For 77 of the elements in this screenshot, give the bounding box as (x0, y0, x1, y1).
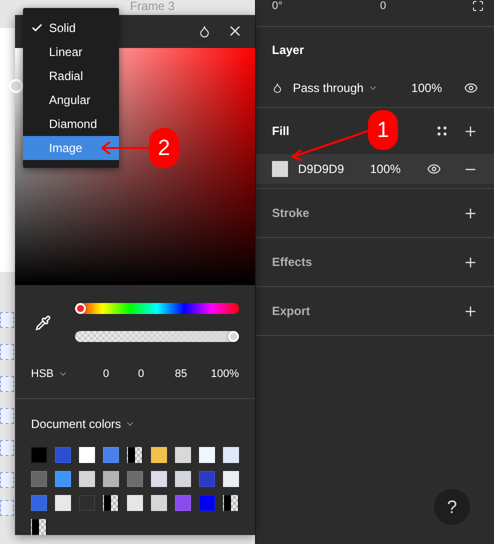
canvas-element (0, 472, 14, 488)
styles-icon[interactable] (437, 126, 447, 136)
rotation-value[interactable]: 0° (272, 0, 332, 12)
droplet-icon[interactable] (198, 24, 211, 38)
color-swatch[interactable] (199, 470, 215, 487)
color-swatch[interactable] (223, 446, 239, 463)
radius-value[interactable]: 0 (380, 0, 440, 12)
color-swatch[interactable] (79, 446, 95, 463)
color-swatch[interactable] (151, 494, 167, 511)
annotation-arrow (101, 141, 150, 155)
menu-item[interactable]: Linear (23, 40, 119, 64)
color-swatch[interactable] (223, 470, 239, 487)
color-swatch[interactable] (103, 494, 119, 511)
color-swatch[interactable] (175, 446, 191, 463)
color-swatch[interactable] (103, 470, 119, 487)
color-swatch[interactable] (55, 446, 71, 463)
color-swatch[interactable] (127, 494, 143, 511)
canvas-element (0, 344, 14, 360)
eye-icon[interactable] (427, 162, 441, 176)
color-swatch[interactable] (31, 494, 47, 511)
section-title: Effects (272, 255, 312, 269)
canvas-element (0, 500, 14, 516)
eyedropper-icon[interactable] (35, 314, 51, 331)
color-value[interactable]: 85 (161, 368, 201, 380)
fill-swatch[interactable] (272, 161, 288, 177)
canvas-element (0, 408, 14, 424)
color-model-dropdown[interactable]: HSB (31, 368, 91, 380)
color-swatch[interactable] (127, 446, 143, 463)
section-title: Fill (272, 124, 290, 138)
section-title: Export (272, 304, 310, 318)
canvas-element (0, 376, 14, 392)
hue-thumb[interactable] (75, 303, 86, 314)
droplet-icon (272, 82, 283, 94)
check-icon (31, 22, 43, 34)
color-swatch[interactable] (55, 494, 71, 511)
color-swatch[interactable] (103, 446, 119, 463)
color-handle[interactable] (9, 78, 23, 93)
fill-opacity[interactable]: 100% (370, 162, 401, 176)
color-swatch[interactable] (31, 518, 47, 535)
opacity-slider[interactable] (75, 331, 239, 342)
layer-opacity[interactable]: 100% (411, 81, 442, 95)
add-icon[interactable] (463, 124, 478, 138)
color-swatch[interactable] (175, 470, 191, 487)
canvas-element (0, 312, 14, 328)
section-title: Stroke (272, 206, 310, 220)
menu-item[interactable]: Diamond (23, 112, 119, 136)
menu-item[interactable]: Image (23, 136, 119, 160)
blend-mode-dropdown[interactable]: Pass through (292, 81, 402, 95)
color-value[interactable]: 100% (201, 368, 239, 380)
canvas-element (0, 440, 14, 456)
menu-item[interactable]: Angular (23, 88, 119, 112)
color-swatch[interactable] (31, 470, 47, 487)
document-colors-dropdown[interactable]: Document colors (31, 416, 136, 431)
color-swatch[interactable] (199, 446, 215, 463)
color-swatch[interactable] (199, 494, 215, 511)
frame-label: Frame 3 (130, 0, 175, 13)
add-icon[interactable] (463, 254, 478, 270)
hue-slider[interactable] (75, 303, 239, 314)
fill-hex[interactable]: D9D9D9 (298, 162, 360, 176)
opacity-thumb[interactable] (228, 331, 239, 342)
color-swatch[interactable] (127, 470, 143, 487)
menu-item[interactable]: Radial (23, 64, 119, 88)
color-value[interactable]: 0 (91, 368, 121, 380)
add-icon[interactable] (463, 206, 478, 220)
color-swatch[interactable] (151, 470, 167, 487)
resize-icon[interactable] (472, 0, 484, 12)
color-swatch[interactable] (79, 470, 95, 487)
add-icon[interactable] (463, 304, 478, 318)
color-swatch[interactable] (31, 446, 47, 463)
color-swatch[interactable] (223, 494, 239, 511)
menu-item[interactable]: Solid (23, 16, 119, 40)
eye-icon[interactable] (464, 81, 478, 95)
color-swatch[interactable] (175, 494, 191, 511)
color-swatch[interactable] (55, 470, 71, 487)
color-value[interactable]: 0 (121, 368, 161, 380)
color-swatch[interactable] (151, 446, 167, 463)
section-title: Layer (272, 43, 304, 57)
